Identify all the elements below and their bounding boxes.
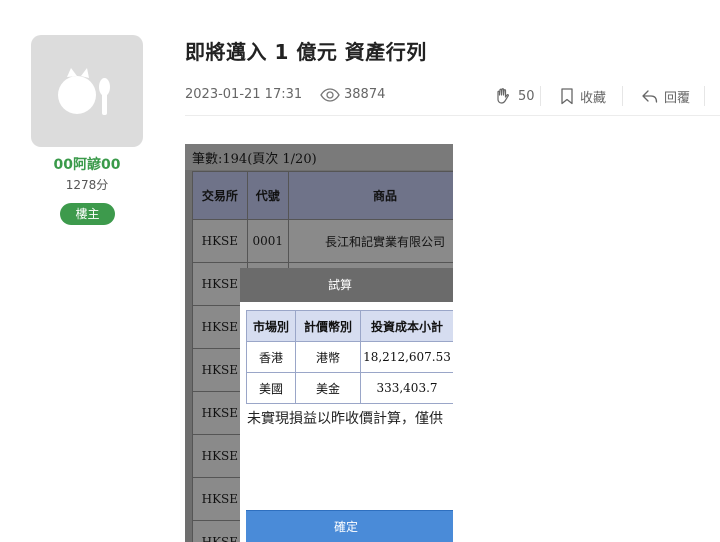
op-badge: 樓主 bbox=[60, 203, 115, 225]
avatar[interactable] bbox=[31, 35, 143, 147]
summary-table: 市場別 計價幣別 投資成本小計 香港 港幣 18,212,607.53 美國 美… bbox=[246, 310, 453, 404]
column-header: 交易所 bbox=[192, 171, 248, 220]
table-cell: 美金 bbox=[295, 372, 361, 404]
table-cell: HKSE bbox=[192, 477, 248, 521]
post-datetime: 2023-01-21 17:31 bbox=[185, 87, 303, 102]
table-cell: HKSE bbox=[192, 262, 248, 306]
bookmark-icon bbox=[561, 87, 573, 104]
view-count: 38874 bbox=[320, 87, 385, 102]
table-cell: 港幣 bbox=[295, 341, 361, 373]
eye-icon bbox=[320, 87, 340, 102]
table-row: 香港 港幣 18,212,607.53 bbox=[246, 341, 453, 373]
table-cell: HKSE bbox=[192, 434, 248, 478]
table-header-row: 交易所 代號 商品 bbox=[192, 171, 453, 220]
confirm-button: 確定 bbox=[246, 510, 453, 542]
table-cell: HKSE bbox=[192, 391, 248, 435]
trial-calc-dialog: 試算 市場別 計價幣別 投資成本小計 香港 港幣 18,212,607.53 美… bbox=[240, 268, 453, 542]
clap-hand-icon bbox=[497, 88, 509, 104]
table-row: HKSE 0001 長江和記實業有限公司 bbox=[192, 219, 453, 263]
username[interactable]: 00阿諺00 bbox=[30, 154, 144, 174]
table-cell: HKSE bbox=[192, 305, 248, 349]
column-header: 市場別 bbox=[246, 310, 296, 342]
column-header: 投資成本小計 bbox=[360, 310, 453, 342]
favorite-button[interactable]: 收藏 bbox=[560, 84, 606, 108]
record-count: 筆數:194(頁次 1/20) bbox=[185, 144, 453, 170]
post-image[interactable]: 筆數:194(頁次 1/20) 交易所 代號 商品 HKSE 0001 長江和記… bbox=[185, 144, 453, 542]
table-cell: 0001 bbox=[246, 219, 289, 263]
dialog-title: 試算 bbox=[240, 268, 453, 302]
table-cell: HKSE bbox=[192, 348, 248, 392]
table-header-row: 市場別 計價幣別 投資成本小計 bbox=[246, 310, 453, 342]
view-count-value: 38874 bbox=[344, 87, 386, 102]
column-header: 代號 bbox=[246, 171, 289, 220]
table-cell: HKSE bbox=[192, 520, 248, 542]
post-title: 即將邁入 1 億元 資產行列 bbox=[185, 40, 427, 64]
column-header: 商品 bbox=[287, 171, 453, 220]
table-cell: 333,403.7 bbox=[360, 372, 453, 404]
table-cell: HKSE bbox=[192, 219, 248, 263]
dialog-note: 未實現損益以昨收價計算，僅供 bbox=[247, 411, 443, 427]
table-cell: 美國 bbox=[246, 372, 296, 404]
table-row: 美國 美金 333,403.7 bbox=[246, 372, 453, 404]
divider bbox=[622, 86, 623, 106]
table-cell: 長江和記實業有限公司 bbox=[287, 219, 453, 263]
default-avatar-icon bbox=[58, 68, 110, 115]
column-header: 計價幣別 bbox=[295, 310, 361, 342]
user-points: 1278分 bbox=[65, 178, 109, 192]
table-cell: 香港 bbox=[246, 341, 296, 373]
like-button[interactable]: 50 bbox=[494, 84, 535, 108]
divider bbox=[540, 86, 541, 106]
favorite-label: 收藏 bbox=[580, 90, 607, 106]
meta-divider bbox=[185, 115, 720, 116]
post-meta: 2023-01-21 17:31 38874 50 收藏 回覆 bbox=[185, 84, 720, 114]
reply-button[interactable]: 回覆 bbox=[641, 84, 690, 108]
reply-arrow-icon bbox=[642, 89, 658, 103]
reply-label: 回覆 bbox=[664, 90, 691, 106]
table-cell: 18,212,607.53 bbox=[360, 341, 453, 373]
like-count: 50 bbox=[518, 88, 535, 104]
divider bbox=[704, 86, 705, 106]
